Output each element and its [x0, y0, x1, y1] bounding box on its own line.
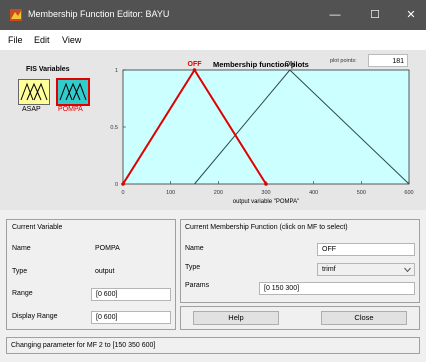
status-bar: Changing parameter for MF 2 to [150 350 … [6, 337, 420, 354]
x-tick-label: 300 [261, 190, 270, 196]
membership-function-plot[interactable]: 0 100 200 300 400 500 600 0 0.5 1 output variable … [0, 0, 426, 210]
button-panel: Help Close [180, 306, 420, 330]
variable-name-label: Name [12, 245, 31, 252]
variable-type-value: output [95, 268, 115, 275]
close-button[interactable]: Close [321, 311, 407, 325]
current-mf-header: Current Membership Function (click on MF… [185, 224, 348, 231]
y-tick-label: 0.5 [110, 125, 118, 131]
x-tick-label: 0 [121, 190, 124, 196]
current-mf-panel: Current Membership Function (click on MF… [180, 219, 420, 303]
mf-params-label: Params [185, 282, 210, 289]
x-tick-label: 600 [404, 190, 413, 196]
x-tick-label: 400 [309, 190, 318, 196]
mf-type-select[interactable]: trimf [317, 263, 415, 276]
plot-area [122, 69, 410, 185]
range-label: Range [12, 290, 33, 297]
mf-type-label: Type [185, 264, 201, 271]
display-range-label: Display Range [12, 313, 58, 320]
x-axis-label: output variable "POMPA" [233, 199, 300, 205]
x-tick-label: 200 [214, 190, 223, 196]
x-tick-label: 100 [166, 190, 175, 196]
help-button[interactable]: Help [193, 311, 279, 325]
mf-name-label: Name [185, 245, 204, 252]
mf-type-value: trimf [322, 266, 336, 273]
current-variable-panel: Current Variable Name POMPA Type output … [6, 219, 176, 330]
mf-label-off: OFF [188, 61, 203, 68]
mf-name-input[interactable]: OFF [317, 243, 415, 256]
variable-type-label: Type [12, 268, 28, 275]
x-tick-label: 500 [357, 190, 366, 196]
mf-vertex-marker [192, 68, 197, 72]
mf-vertex-marker [264, 182, 268, 186]
chevron-down-icon [404, 267, 411, 273]
variable-name-value: POMPA [95, 245, 120, 252]
mf-vertex-marker [121, 182, 125, 186]
current-variable-header: Current Variable [12, 224, 63, 231]
y-tick-label: 0 [115, 182, 118, 188]
range-input[interactable]: [0 600] [91, 288, 171, 301]
y-tick-label: 1 [115, 68, 118, 74]
mf-label-on: ON [285, 61, 296, 68]
mf-params-input[interactable]: [0 150 300] [259, 282, 415, 295]
display-range-input[interactable]: [0 600] [91, 311, 171, 324]
